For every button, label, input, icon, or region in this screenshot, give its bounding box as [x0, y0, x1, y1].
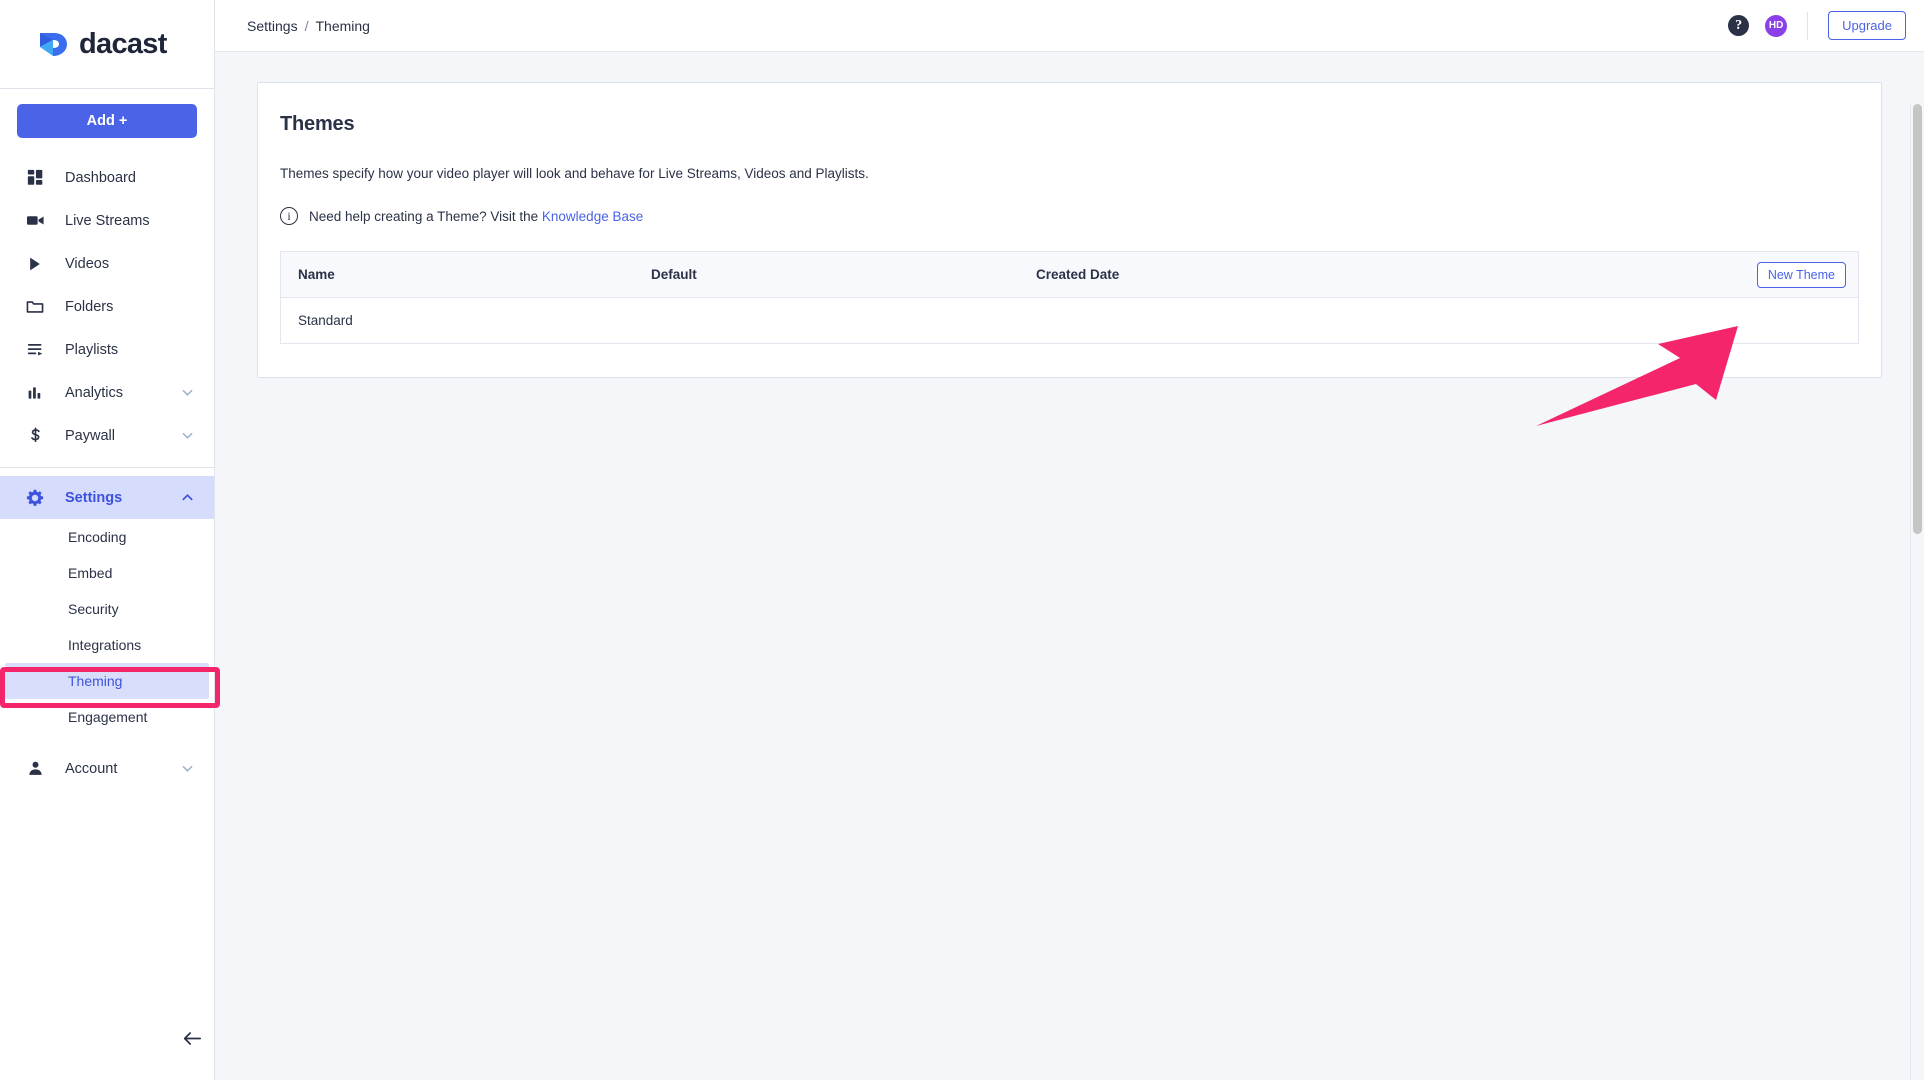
video-camera-icon	[24, 210, 46, 232]
chevron-down-icon[interactable]	[181, 386, 194, 399]
page-description: Themes specify how your video player wil…	[280, 166, 869, 181]
sidebar-subitem-embed[interactable]: Embed	[0, 555, 214, 591]
subitem-label: Encoding	[68, 529, 127, 545]
themes-table: Name Default Created Date New Theme Stan…	[280, 251, 1859, 344]
app-root: dacast Add + Dashboard Live Streams Vide…	[0, 0, 1924, 1080]
column-header-name: Name	[298, 267, 335, 282]
sidebar-subitem-engagement[interactable]: Engagement	[0, 699, 214, 735]
sidebar-item-folders[interactable]: Folders	[0, 285, 214, 328]
brand-logo[interactable]: dacast	[0, 0, 214, 88]
breadcrumb: Settings / Theming	[247, 18, 370, 34]
primary-nav: Dashboard Live Streams Videos Folders Pl…	[0, 150, 214, 790]
sidebar-item-account[interactable]: Account	[0, 747, 214, 790]
new-theme-button[interactable]: New Theme	[1756, 262, 1846, 288]
sidebar-subitem-security[interactable]: Security	[0, 591, 214, 627]
sidebar-item-dashboard[interactable]: Dashboard	[0, 156, 214, 199]
add-button-wrap: Add +	[0, 89, 214, 150]
subitem-label: Theming	[68, 673, 123, 689]
playlist-lines-icon	[24, 339, 46, 361]
gear-icon	[24, 487, 46, 509]
sidebar-subitem-theming[interactable]: Theming	[5, 663, 209, 699]
scrollbar-thumb[interactable]	[1913, 104, 1922, 534]
chevron-down-icon[interactable]	[181, 762, 194, 775]
subitem-label: Security	[68, 601, 119, 617]
content-area: Themes Themes specify how your video pla…	[215, 52, 1924, 1080]
nav-divider	[0, 467, 214, 468]
sidebar: dacast Add + Dashboard Live Streams Vide…	[0, 0, 220, 1080]
help-text: Need help creating a Theme? Visit the Kn…	[309, 209, 643, 224]
breadcrumb-parent[interactable]: Settings	[247, 18, 298, 34]
upgrade-button[interactable]: Upgrade	[1828, 11, 1906, 40]
sidebar-collapse-button[interactable]	[178, 1027, 206, 1055]
chevron-up-icon[interactable]	[181, 491, 194, 504]
column-header-default: Default	[651, 267, 697, 282]
help-text-label: Need help creating a Theme? Visit the	[309, 208, 542, 224]
breadcrumb-current: Theming	[315, 17, 370, 34]
subitem-label: Engagement	[68, 709, 148, 725]
sidebar-item-playlists[interactable]: Playlists	[0, 328, 214, 371]
sidebar-item-settings[interactable]: Settings	[0, 476, 214, 519]
bar-chart-icon	[24, 382, 46, 404]
table-row[interactable]: Standard	[281, 298, 1858, 343]
vertical-scrollbar[interactable]	[1910, 104, 1924, 1080]
sidebar-item-label: Playlists	[65, 341, 119, 358]
sidebar-item-label: Settings	[65, 489, 123, 506]
help-row: i Need help creating a Theme? Visit the …	[280, 207, 1859, 225]
folder-icon	[24, 296, 46, 318]
sidebar-item-label: Account	[65, 760, 118, 777]
dollar-sign-icon	[24, 425, 46, 447]
sidebar-subitem-integrations[interactable]: Integrations	[0, 627, 214, 663]
dashboard-grid-icon	[24, 167, 46, 189]
sidebar-item-analytics[interactable]: Analytics	[0, 371, 214, 414]
topbar-actions: ? HD Upgrade	[1728, 11, 1906, 40]
info-circle-icon: i	[280, 207, 298, 225]
subitem-label: Integrations	[68, 637, 142, 653]
sidebar-item-label: Live Streams	[65, 212, 150, 229]
sidebar-item-videos[interactable]: Videos	[0, 242, 214, 285]
knowledge-base-link[interactable]: Knowledge Base	[542, 209, 643, 224]
page-title: Themes	[280, 113, 355, 135]
table-header-row: Name Default Created Date New Theme	[281, 252, 1858, 298]
breadcrumb-separator: /	[304, 17, 309, 34]
avatar[interactable]: HD	[1765, 14, 1788, 37]
subitem-label: Embed	[68, 565, 113, 581]
person-icon	[24, 758, 46, 780]
dacast-chevron-logo-icon	[34, 26, 70, 62]
sidebar-item-live-streams[interactable]: Live Streams	[0, 199, 214, 242]
sidebar-item-label: Paywall	[65, 427, 115, 444]
brand-name: dacast	[79, 27, 167, 60]
play-triangle-icon	[24, 253, 46, 275]
topbar: Settings / Theming ? HD Upgrade	[215, 0, 1924, 52]
arrow-left-icon	[182, 1030, 202, 1052]
sidebar-item-label: Folders	[65, 298, 114, 315]
sidebar-item-label: Videos	[65, 255, 110, 272]
sidebar-item-label: Dashboard	[65, 169, 136, 186]
cell-name: Standard	[298, 313, 353, 328]
add-button[interactable]: Add +	[17, 104, 197, 138]
chevron-down-icon[interactable]	[181, 429, 194, 442]
themes-card: Themes Themes specify how your video pla…	[257, 82, 1882, 378]
sidebar-item-paywall[interactable]: Paywall	[0, 414, 214, 457]
topbar-divider	[1807, 11, 1809, 40]
sidebar-subitem-encoding[interactable]: Encoding	[0, 519, 214, 555]
sidebar-item-label: Analytics	[65, 384, 124, 401]
column-header-created-date: Created Date	[1036, 267, 1120, 282]
main-area: Settings / Theming ? HD Upgrade Themes T…	[215, 0, 1924, 1080]
question-mark-icon[interactable]: ?	[1728, 15, 1750, 36]
